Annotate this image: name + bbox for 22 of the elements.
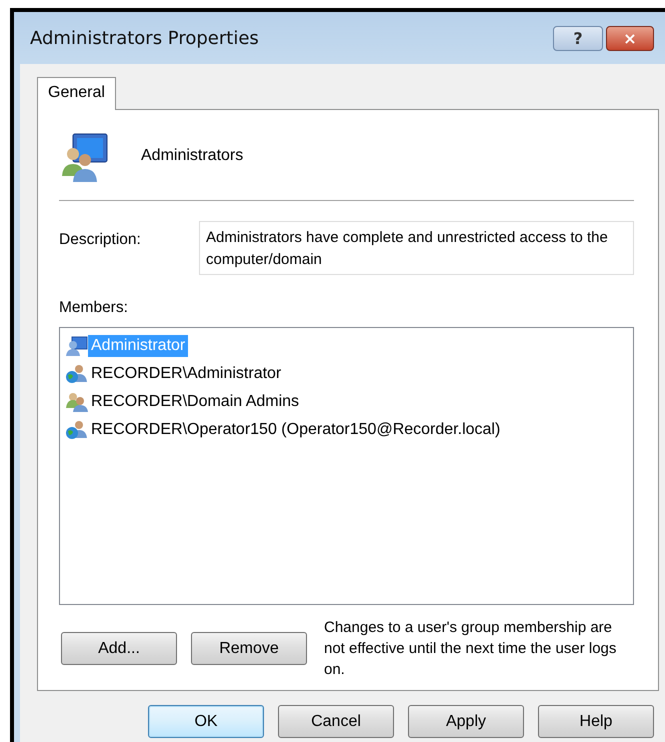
dialog-button[interactable]: Help xyxy=(538,705,654,738)
member-item[interactable]: RECORDER\Administrator xyxy=(88,363,284,385)
members-label: Members: xyxy=(59,299,129,317)
help-button[interactable]: ? xyxy=(553,26,603,50)
member-item[interactable]: RECORDER\Operator150 (Operator150@Recorder.local) xyxy=(88,419,504,441)
members-list[interactable]: Administrator RECORDER\Administrator RECORDER\Domain Admins RECORDER\Operator150 (Operator150@Recorder.local) xyxy=(59,327,634,605)
user-computer-icon xyxy=(66,336,88,356)
user-globe-icon xyxy=(66,364,88,384)
dialog-button[interactable]: Apply xyxy=(408,705,524,738)
description-field[interactable]: Administrators have complete and unrestricted access to the computer/domain xyxy=(199,221,634,275)
membership-note: Changes to a user's group membership are not effective until the next time the user logs on. xyxy=(324,618,618,680)
member-item[interactable]: RECORDER\Domain Admins xyxy=(88,391,302,413)
dialog-button[interactable]: Cancel xyxy=(278,705,394,738)
member-button[interactable]: Remove xyxy=(191,632,307,665)
member-button[interactable]: Add... xyxy=(61,632,177,665)
users-icon xyxy=(66,392,88,412)
user-globe-icon xyxy=(66,420,88,440)
dialog-button[interactable]: OK xyxy=(148,705,264,738)
description-label: Description: xyxy=(59,230,142,249)
tab[interactable]: General xyxy=(37,77,116,110)
window-title: Administrators Properties xyxy=(30,28,259,48)
group-name: Administrators xyxy=(141,147,244,165)
